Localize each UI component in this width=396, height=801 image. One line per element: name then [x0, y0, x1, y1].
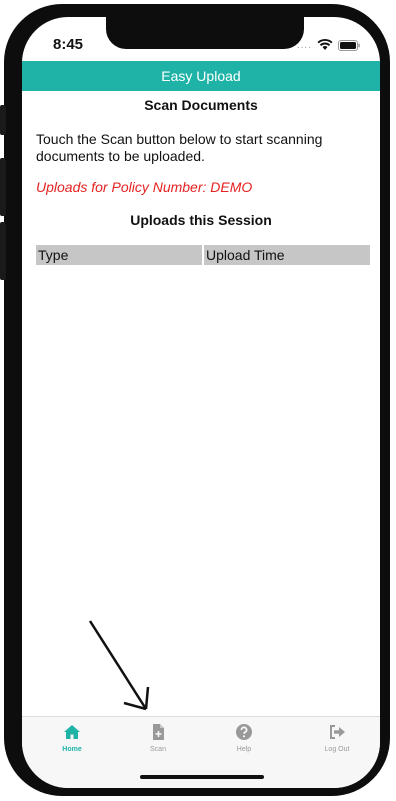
side-button — [0, 105, 6, 135]
home-icon — [64, 725, 80, 739]
tab-home[interactable]: Home — [42, 723, 102, 763]
status-bar: 8:45 .... — [22, 17, 380, 61]
tab-home-label: Home — [62, 746, 82, 753]
tab-logout[interactable]: Log Out — [307, 723, 367, 763]
screen: 8:45 .... Easy Upload Scan Documents Tou… — [22, 17, 380, 788]
app-header: Easy Upload — [22, 61, 380, 91]
signal-dots-icon: .... — [296, 39, 312, 51]
uploads-table: Type Upload Time — [36, 245, 370, 265]
status-time: 8:45 — [53, 36, 84, 53]
app-title: Easy Upload — [161, 68, 241, 84]
battery-icon — [338, 39, 360, 51]
column-header-type: Type — [36, 245, 202, 265]
notch — [106, 17, 304, 49]
status-icons: .... — [297, 39, 360, 51]
session-heading: Uploads this Session — [130, 212, 272, 228]
logout-icon — [330, 725, 345, 739]
home-indicator — [140, 775, 264, 779]
wifi-icon — [317, 39, 333, 50]
column-header-upload-time: Upload Time — [204, 245, 370, 265]
tab-scan-label: Scan — [150, 746, 166, 753]
tab-scan[interactable]: Scan — [128, 723, 188, 763]
volume-down-button — [0, 222, 6, 280]
instructions-text: Touch the Scan button below to start sca… — [36, 131, 323, 164]
tab-help[interactable]: Help — [214, 723, 274, 763]
page-heading: Scan Documents — [144, 97, 258, 113]
tab-logout-label: Log Out — [324, 746, 350, 753]
tab-help-label: Help — [236, 746, 252, 753]
annotation-arrow — [88, 620, 150, 711]
policy-number-text: Uploads for Policy Number: DEMO — [36, 179, 253, 195]
document-plus-icon — [153, 724, 164, 740]
question-icon — [236, 724, 252, 740]
volume-up-button — [0, 158, 6, 216]
